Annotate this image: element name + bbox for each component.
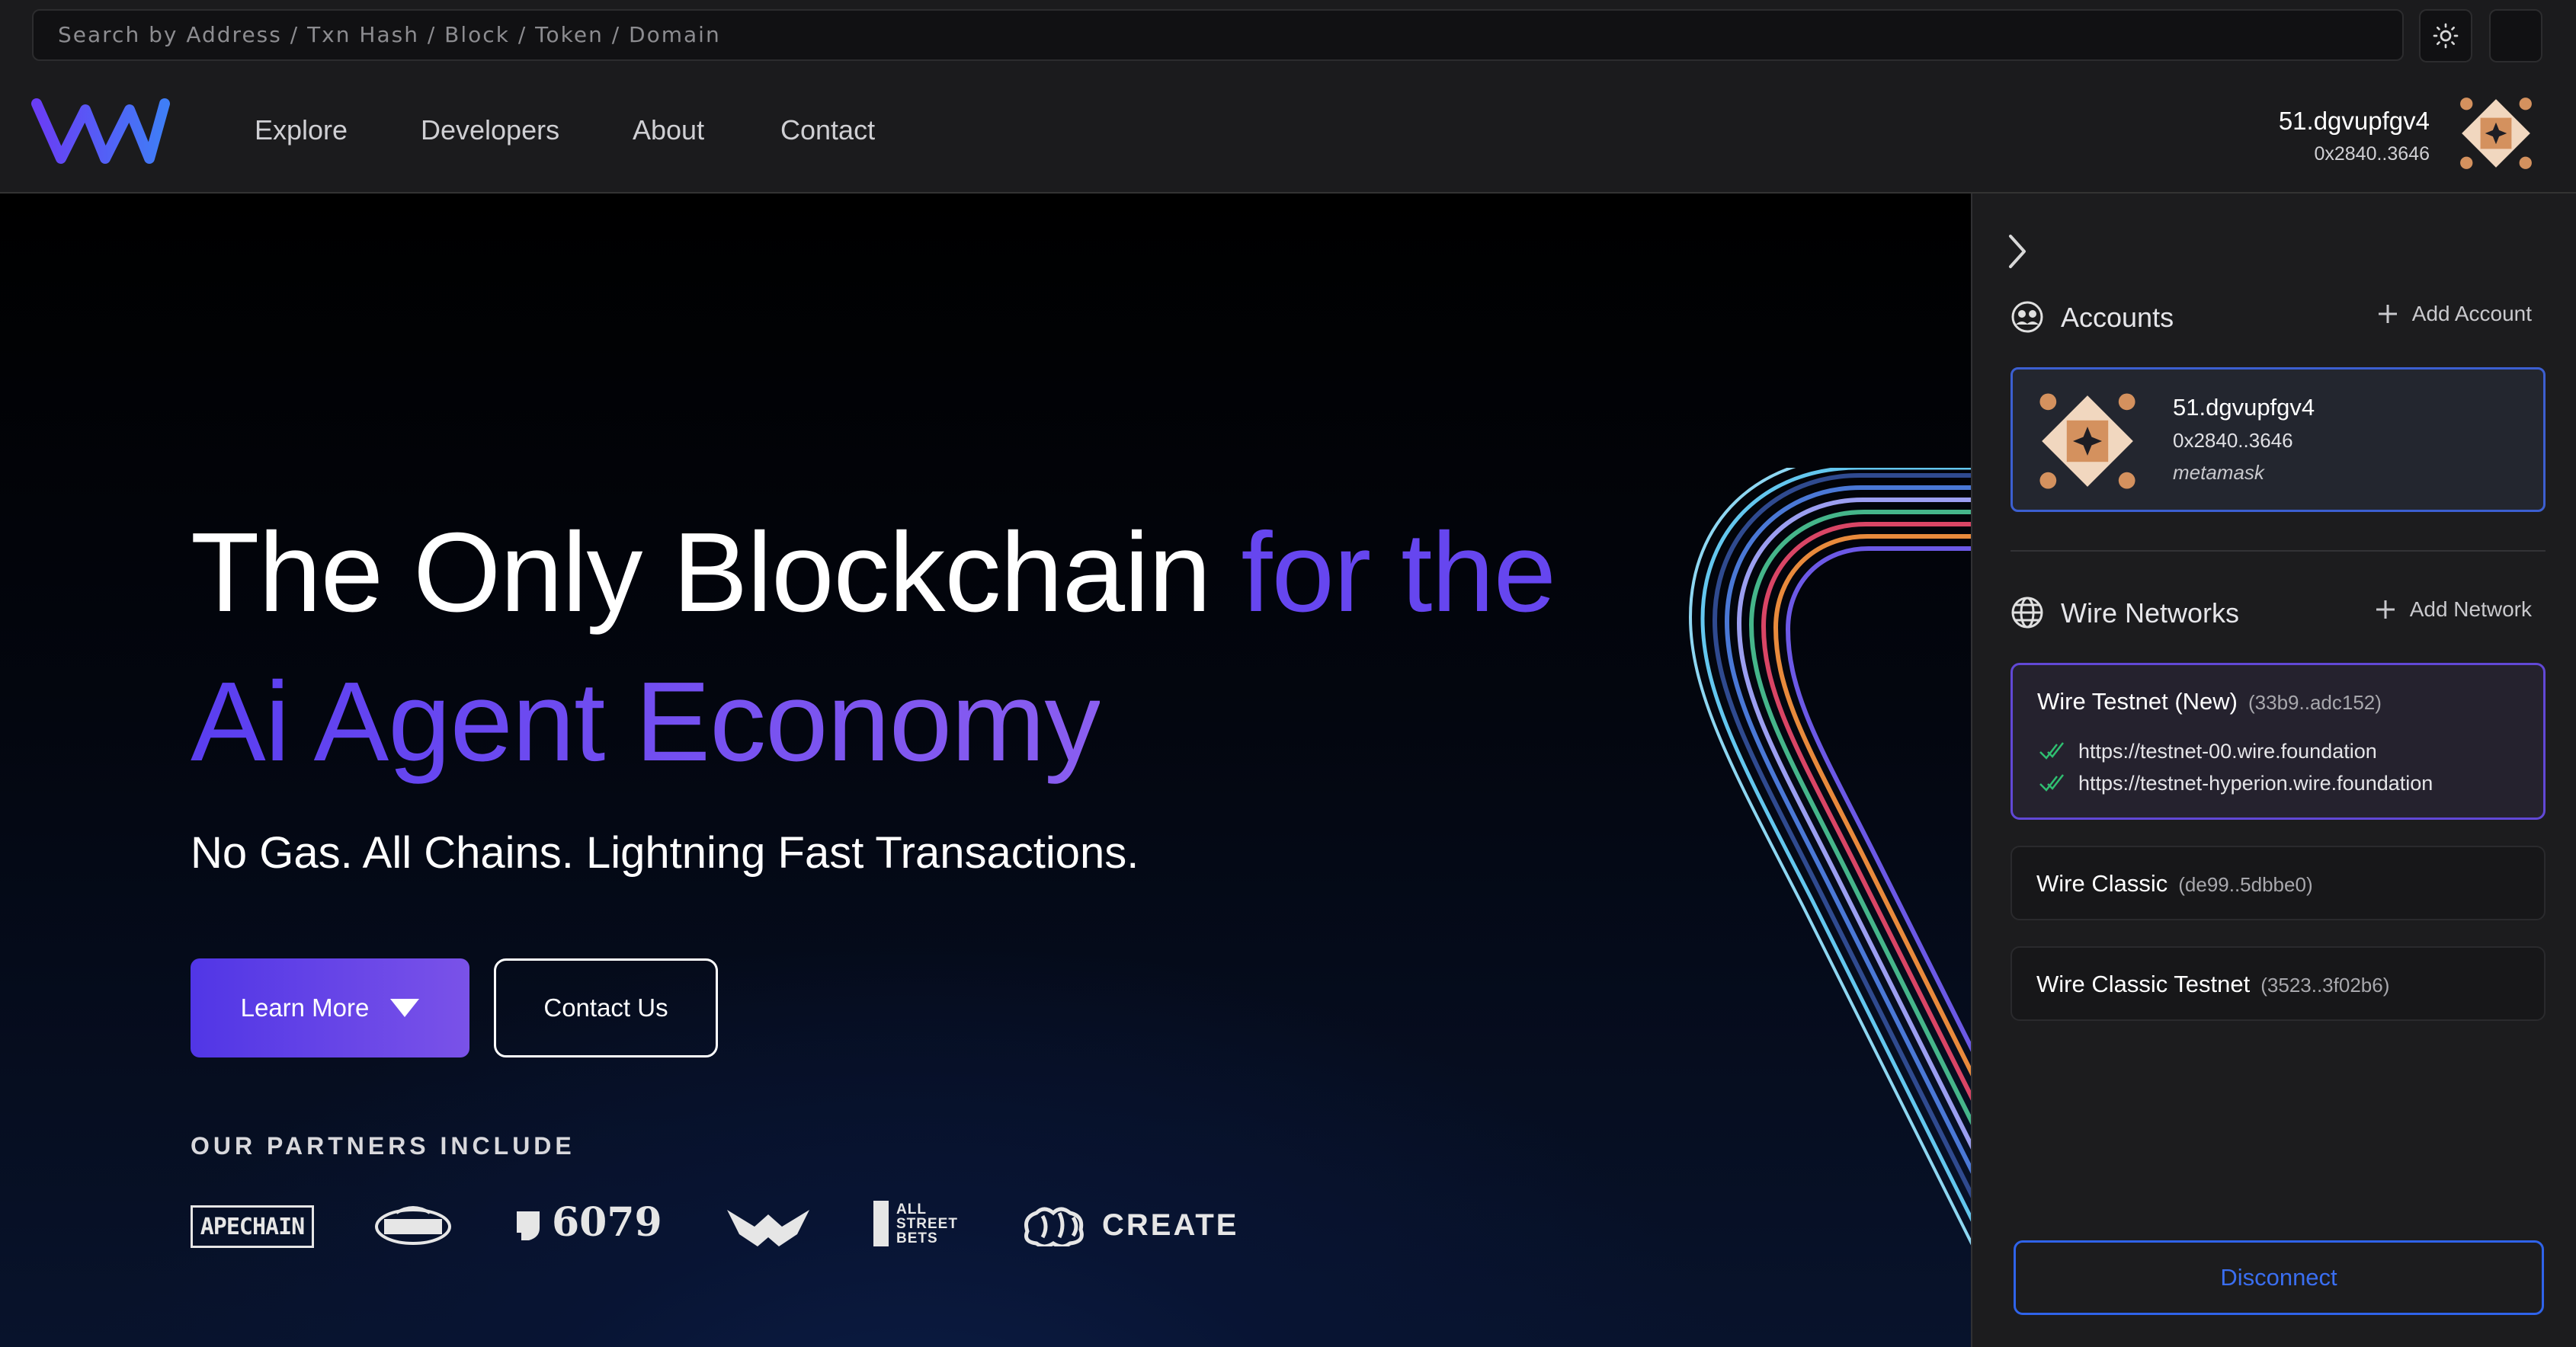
- theme-toggle-button[interactable]: [2419, 9, 2472, 62]
- network-card-wire-testnet-new[interactable]: Wire Testnet (New) (33b9..adc152) https:/…: [2010, 663, 2546, 820]
- rainbow-stripes-decoration: [1688, 468, 1971, 1246]
- account-address: 0x2840..3646: [2173, 429, 2293, 452]
- hero-subtitle: No Gas. All Chains. Lightning Fast Trans…: [191, 828, 1139, 878]
- partner-asb-line3: BETS: [896, 1230, 938, 1246]
- avatar[interactable]: [2457, 94, 2535, 172]
- partners-title: OUR PARTNERS INCLUDE: [191, 1132, 575, 1160]
- learn-more-label: Learn More: [240, 993, 370, 1022]
- network-name: Wire Classic (de99..5dbbe0): [2036, 870, 2313, 897]
- bar-icon: [873, 1201, 889, 1246]
- partner-asb-line1: ALL: [896, 1201, 927, 1217]
- check-icon: [2039, 742, 2064, 760]
- network-id: (3523..3f02b6): [2260, 974, 2390, 997]
- chevron-right-icon[interactable]: [2006, 233, 2029, 270]
- nav-about[interactable]: About: [633, 114, 704, 146]
- header-user-address: 0x2840..3646: [2314, 143, 2430, 165]
- account-wallet: metamask: [2173, 461, 2264, 484]
- accounts-title: Accounts: [2061, 302, 2174, 333]
- hero-section: The Only Blockchain for the Ai Agent Eco…: [0, 194, 1971, 1347]
- network-name-text: Wire Classic: [2036, 870, 2168, 897]
- partner-logo-apechain: APECHAIN: [191, 1205, 314, 1248]
- nav-contact[interactable]: Contact: [780, 114, 875, 146]
- top-header: Explore Developers About Contact 51.dgvu…: [0, 0, 2576, 194]
- disconnect-button[interactable]: Disconnect: [2014, 1240, 2544, 1315]
- menu-button[interactable]: [2489, 9, 2542, 62]
- nav-developers[interactable]: Developers: [421, 114, 559, 146]
- network-id: (de99..5dbbe0): [2178, 873, 2313, 896]
- partner-create-text: CREATE: [1102, 1208, 1239, 1242]
- partner-logo-create: CREATE: [1020, 1204, 1238, 1246]
- plus-icon: [2376, 600, 2395, 619]
- globe-icon: [2011, 597, 2043, 629]
- hero-title-white: The Only Blockchain: [191, 510, 1242, 635]
- header-user-name[interactable]: 51.dgvupfgv4: [2279, 107, 2430, 136]
- wire-logo[interactable]: [30, 96, 171, 166]
- network-id: (33b9..adc152): [2248, 691, 2382, 714]
- account-card[interactable]: 51.dgvupfgv4 0x2840..3646 metamask: [2010, 367, 2546, 512]
- add-account-button[interactable]: Add Account: [2377, 302, 2532, 326]
- network-name: Wire Classic Testnet (3523..3f02b6): [2036, 971, 2389, 998]
- fist-icon: [517, 1211, 540, 1240]
- network-name-text: Wire Testnet (New): [2037, 688, 2238, 715]
- nav-explore[interactable]: Explore: [255, 114, 348, 146]
- hero-title-line2: Ai Agent Economy: [191, 659, 1101, 785]
- partner-logo-badge: [375, 1206, 451, 1245]
- plus-icon: [2378, 305, 2397, 323]
- network-name: Wire Testnet (New) (33b9..adc152): [2037, 688, 2382, 715]
- hero-title-purple: for the: [1241, 510, 1556, 635]
- hero-title: The Only Blockchain for the Ai Agent Eco…: [191, 498, 1556, 797]
- partner-apechain-text: APECHAIN: [200, 1213, 305, 1240]
- brain-icon: [1024, 1207, 1084, 1246]
- accounts-icon: [2011, 301, 2043, 333]
- search-input[interactable]: [58, 11, 2402, 59]
- partner-6079-text: 6079: [552, 1199, 662, 1246]
- network-url: https://testnet-00.wire.foundation: [2078, 740, 2377, 763]
- contact-us-label: Contact Us: [543, 993, 668, 1022]
- network-name-text: Wire Classic Testnet: [2036, 971, 2251, 997]
- network-url: https://testnet-hyperion.wire.foundation: [2078, 772, 2433, 795]
- add-network-label: Add Network: [2409, 597, 2532, 621]
- learn-more-button[interactable]: Learn More: [191, 958, 469, 1057]
- sun-icon: [2433, 23, 2459, 49]
- partner-logo-6079: 6079: [512, 1199, 662, 1246]
- account-avatar: [2039, 393, 2135, 489]
- divider: [2010, 550, 2546, 552]
- networks-title: Wire Networks: [2061, 597, 2240, 629]
- network-card-wire-classic[interactable]: Wire Classic (de99..5dbbe0): [2010, 846, 2546, 920]
- partner-asb-line2: STREET: [896, 1215, 958, 1232]
- account-name: 51.dgvupfgv4: [2173, 394, 2315, 421]
- search-bar[interactable]: [32, 9, 2404, 61]
- contact-us-button[interactable]: Contact Us: [494, 958, 718, 1057]
- caret-down-icon: [390, 999, 420, 1017]
- wallet-side-panel: Accounts Add Account 51.dgvupfgv4 0x2840…: [1971, 194, 2576, 1347]
- partner-logo-all-street-bets: ALL STREET BETS: [873, 1201, 958, 1246]
- check-icon: [2039, 774, 2064, 792]
- add-network-button[interactable]: Add Network: [2375, 597, 2532, 622]
- partner-logo-wings: [727, 1210, 809, 1246]
- network-card-wire-classic-testnet[interactable]: Wire Classic Testnet (3523..3f02b6): [2010, 946, 2546, 1021]
- add-account-label: Add Account: [2411, 302, 2532, 325]
